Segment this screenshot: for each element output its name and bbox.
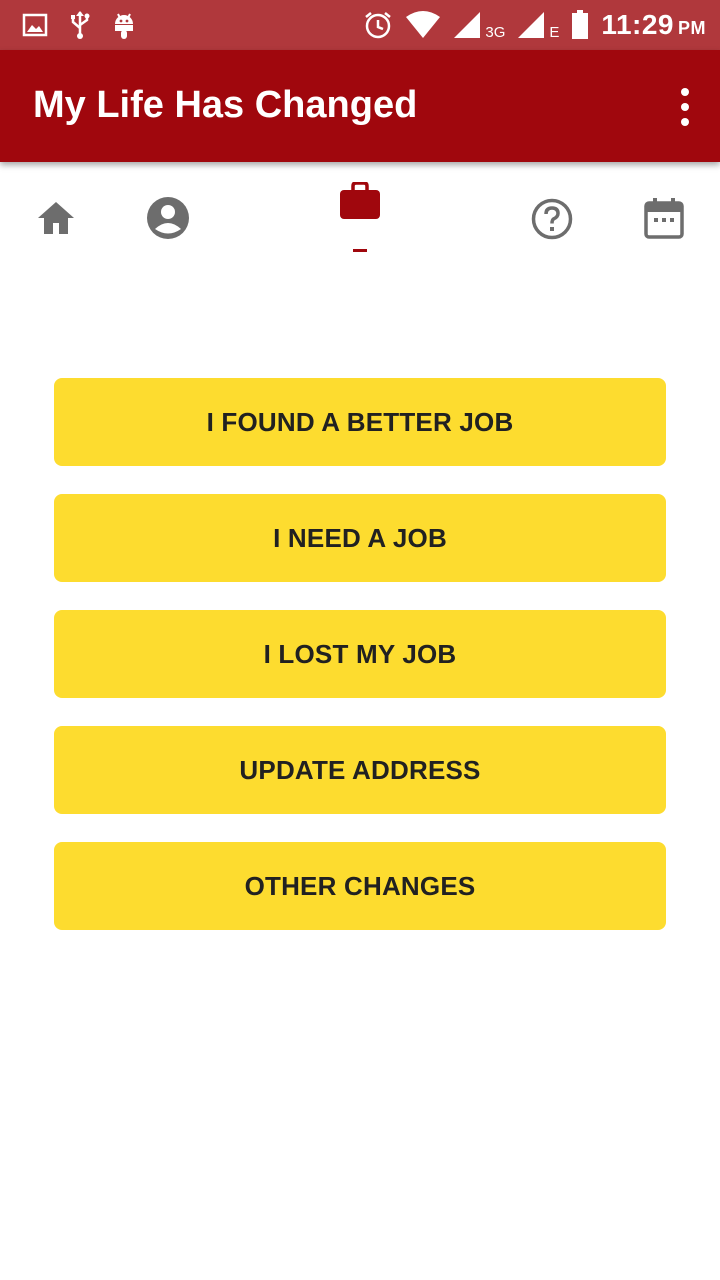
tab-calendar[interactable]	[624, 162, 704, 262]
found-better-job-button[interactable]: I FOUND A BETTER JOB	[54, 378, 666, 466]
job-actions-list: I FOUND A BETTER JOB I NEED A JOB I LOST…	[54, 378, 666, 958]
signal-icon-secondary	[517, 11, 545, 39]
help-icon	[531, 198, 573, 240]
clock-ampm: PM	[678, 18, 706, 38]
need-a-job-button[interactable]: I NEED A JOB	[54, 494, 666, 582]
tab-home[interactable]	[16, 162, 96, 262]
app-bar: My Life Has Changed	[0, 50, 720, 162]
selected-tab-indicator	[353, 249, 367, 252]
briefcase-icon	[340, 182, 380, 219]
android-icon	[112, 10, 136, 40]
battery-icon	[571, 10, 589, 40]
status-clock: 11:29 PM	[601, 9, 706, 41]
image-icon	[22, 13, 48, 37]
signal-icon	[453, 11, 481, 39]
calendar-icon	[644, 198, 684, 239]
usb-icon	[70, 10, 90, 40]
lost-my-job-button[interactable]: I LOST MY JOB	[54, 610, 666, 698]
home-icon	[38, 202, 74, 234]
wifi-icon	[405, 11, 441, 39]
other-changes-button[interactable]: OTHER CHANGES	[54, 842, 666, 930]
update-address-button[interactable]: UPDATE ADDRESS	[54, 726, 666, 814]
more-vert-icon[interactable]	[678, 88, 692, 126]
network-type-e: E	[549, 23, 560, 41]
tab-bar	[0, 162, 720, 262]
tab-help[interactable]	[512, 162, 592, 262]
status-bar: 3G E 11:29 PM	[0, 0, 720, 50]
network-type-3g: 3G	[485, 23, 506, 41]
account-icon	[147, 197, 189, 239]
alarm-icon	[363, 10, 393, 40]
tab-jobs[interactable]	[320, 162, 400, 262]
page-title: My Life Has Changed	[33, 84, 418, 126]
clock-time: 11:29	[601, 9, 674, 40]
tab-account[interactable]	[128, 162, 208, 262]
